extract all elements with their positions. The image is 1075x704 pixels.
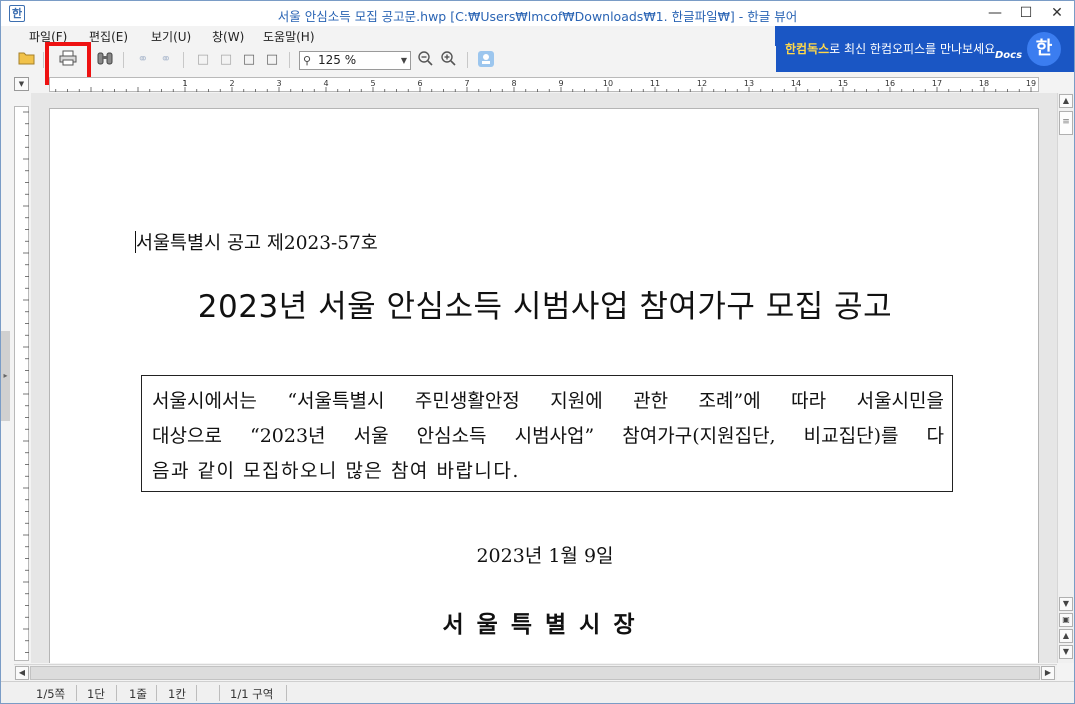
banner-highlight: 한컴독스 (785, 42, 830, 56)
comment-prev-icon[interactable]: ⚭ (133, 50, 153, 70)
notice-line: 음과 같이 모집하오니 많은 참여 바랍니다. (152, 460, 520, 482)
window-title: 서울 안심소득 모집 공고문.hwp [C:₩Users₩lmcof₩Downl… (277, 9, 798, 24)
zoom-value: 125 % (318, 53, 357, 67)
toolbar: ⚭ ⚭ □ □ □ □ ⚲ 125 % ▼ (1, 46, 776, 73)
ruler-label: 2 (229, 79, 234, 88)
last-page-icon[interactable]: □ (262, 50, 282, 70)
status-separator (76, 685, 77, 701)
chevron-down-icon: ▼ (400, 56, 407, 65)
horizontal-ruler-ticks: 11 2 3 4 5 6 7 8 9 10 11 12 13 14 15 16 17 18 19 (55, 79, 1036, 92)
scroll-right-icon[interactable]: ▶ (1041, 666, 1055, 680)
ruler-label: 5 (370, 79, 375, 88)
ruler-label: 17 (932, 79, 942, 88)
next-page-arrow-icon[interactable]: ▼ (1059, 645, 1073, 659)
menu-edit[interactable]: 편집(E) (89, 28, 128, 45)
prev-page-arrow-icon[interactable]: ▲ (1059, 629, 1073, 643)
close-icon[interactable]: ✕ (1043, 1, 1071, 26)
status-bar: 1/5쪽 1단 1줄 1칸 1/1 구역 (1, 681, 1074, 703)
ruler-label: 9 (558, 79, 563, 88)
status-page: 1/5쪽 (36, 687, 66, 701)
ruler-label: 12 (697, 79, 707, 88)
banner-docs-label: Docs (995, 50, 1023, 61)
document-area[interactable]: 서울특별시 공고 제2023-57호 2023년 서울 안심소득 시범사업 참여… (31, 93, 1057, 663)
zoom-out-icon[interactable] (415, 50, 435, 70)
ruler-label: 7 (464, 79, 469, 88)
toolbar-separator (123, 52, 124, 68)
menu-view[interactable]: 보기(U) (151, 28, 191, 45)
zoom-select[interactable]: ⚲ 125 % ▼ (299, 51, 411, 70)
document-title: 2023년 서울 안심소득 시범사업 참여가구 모집 공고 (197, 289, 893, 325)
status-section: 1/1 구역 (230, 687, 274, 701)
vertical-scroll-thumb[interactable]: ≡ (1059, 111, 1073, 135)
vertical-scrollbar[interactable]: ▲ ≡ ▼ ▣ ▲ ▼ (1057, 93, 1074, 663)
next-page-icon[interactable]: □ (239, 50, 259, 70)
hancom-logo-icon: 한 (1027, 32, 1061, 66)
maximize-icon[interactable]: ☐ (1012, 1, 1040, 26)
scroll-up-icon[interactable]: ▲ (1059, 94, 1073, 108)
status-separator (156, 685, 157, 701)
banner-message: 로 최신 한컴오피스를 만나보세요 (829, 42, 996, 56)
comment-next-icon[interactable]: ⚭ (156, 50, 176, 70)
ruler-label: 14 (791, 79, 801, 88)
menu-window[interactable]: 창(W) (212, 28, 244, 45)
banner-text: 한컴독스로 최신 한컴오피스를 만나보세요 (785, 40, 995, 57)
ruler-label: 1 (182, 79, 187, 88)
status-separator (116, 685, 117, 701)
hancom-docs-banner[interactable]: 한컴독스로 최신 한컴오피스를 만나보세요 Docs 한 (775, 26, 1074, 72)
notice-line: 대상으로 “2023년 서울 안심소득 시범사업” 참여가구(지원집단, 비교집… (152, 425, 944, 447)
horizontal-scroll-thumb[interactable] (30, 666, 1040, 680)
title-bar: 한 서울 안심소득 모집 공고문.hwp [C:₩Users₩lmcof₩Dow… (1, 1, 1074, 26)
first-page-icon[interactable]: □ (193, 50, 213, 70)
zoom-in-icon[interactable] (438, 50, 458, 70)
toolbar-separator (183, 52, 184, 68)
vertical-ruler-ticks (23, 111, 29, 653)
ruler-label: 8 (511, 79, 516, 88)
status-separator (219, 685, 220, 701)
menu-help[interactable]: 도움말(H) (263, 28, 315, 45)
notice-box: 서울시에서는 “서울특별시 주민생활안정 지원에 관한 조례”에 따라 서울시민… (141, 375, 953, 492)
ruler-label: 13 (744, 79, 754, 88)
ruler-label: 18 (979, 79, 989, 88)
announcement-number: 서울특별시 공고 제2023-57호 (136, 233, 378, 254)
ruler-label: 3 (276, 79, 281, 88)
ruler-label: 16 (885, 79, 895, 88)
status-separator (196, 685, 197, 701)
toolbar-separator (289, 52, 290, 68)
side-panel-toggle[interactable]: ▸ (1, 331, 10, 421)
toolbar-separator (467, 52, 468, 68)
status-line: 1줄 (129, 687, 147, 701)
toolbar-separator (43, 52, 44, 68)
find-binoculars-icon[interactable] (95, 50, 115, 70)
ruler-label: 6 (417, 79, 422, 88)
ruler-label: 4 (323, 79, 328, 88)
open-folder-icon[interactable] (17, 50, 37, 70)
ruler-label: 15 (838, 79, 848, 88)
page-view-icon[interactable]: ▣ (1059, 613, 1073, 627)
document-page[interactable]: 서울특별시 공고 제2023-57호 2023년 서울 안심소득 시범사업 참여… (49, 108, 1039, 663)
minimize-icon[interactable]: — (981, 1, 1009, 26)
notice-line: 서울시에서는 “서울특별시 주민생활안정 지원에 관한 조례”에 따라 서울시민… (152, 390, 944, 412)
hancom-docs-icon[interactable] (476, 50, 496, 70)
status-cell: 1칸 (168, 687, 186, 701)
zoom-magnifier-icon: ⚲ (303, 54, 312, 67)
horizontal-ruler[interactable]: 1 1 2 3 4 5 6 7 8 9 10 11 12 13 14 15 16 17 18 19 (49, 77, 1039, 92)
scroll-down-icon[interactable]: ▼ (1059, 597, 1073, 611)
ruler-label: 10 (603, 79, 613, 88)
status-separator (286, 685, 287, 701)
prev-page-icon[interactable]: □ (216, 50, 236, 70)
ruler-label: 11 (650, 79, 660, 88)
horizontal-scrollbar[interactable]: ◀ ▶ (14, 664, 1057, 680)
scroll-left-icon[interactable]: ◀ (15, 666, 29, 680)
announcement-date: 2023년 1월 9일 (476, 545, 614, 567)
vertical-ruler[interactable] (14, 106, 29, 661)
ruler-toggle-icon[interactable]: ▼ (14, 77, 29, 91)
ruler-label: 19 (1026, 79, 1036, 88)
menu-bar: 파일(F) 편집(E) 보기(U) 창(W) 도움말(H) (1, 26, 776, 46)
signer-title: 서울특별시장 (442, 611, 648, 638)
hwp-viewer-window: 한 서울 안심소득 모집 공고문.hwp [C:₩Users₩lmcof₩Dow… (0, 0, 1075, 704)
status-column: 1단 (87, 687, 105, 701)
